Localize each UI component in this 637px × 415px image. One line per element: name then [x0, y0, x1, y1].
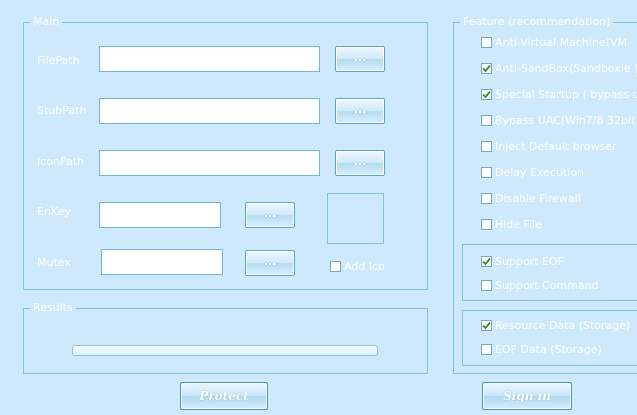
- checkmark-icon: [482, 257, 491, 266]
- filepath-label: FilePath: [37, 54, 80, 67]
- storage-option-0-checkbox[interactable]: [481, 320, 492, 331]
- protect-button[interactable]: Protect: [180, 382, 268, 410]
- feature-option-1-checkbox[interactable]: [481, 63, 492, 74]
- feature-option-1-label[interactable]: Anti-SandBox(Sandboxie ): [495, 62, 637, 76]
- mutex-label: Mutex: [37, 256, 71, 269]
- main-legend: Main: [30, 15, 63, 29]
- feature-option-4-label[interactable]: Inject Default browser: [495, 140, 617, 154]
- stubpath-input[interactable]: [99, 98, 320, 124]
- feature-option-5-checkbox[interactable]: [481, 167, 492, 178]
- feature-option-4-checkbox[interactable]: [481, 141, 492, 152]
- feature-option-6-label[interactable]: Disable Firewall: [495, 192, 581, 206]
- feature-option-3-label[interactable]: Bypass UAC(Win7/8 32bit): [495, 114, 637, 128]
- feature-option-0-checkbox[interactable]: [481, 37, 492, 48]
- mutex-generate-button[interactable]: ...: [245, 250, 295, 276]
- add-ico-label[interactable]: Add Ico: [344, 260, 385, 274]
- feature-option-5-label[interactable]: Delay Execution: [495, 166, 584, 180]
- stubpath-label: StubPath: [37, 104, 87, 117]
- eof-option-1-checkbox[interactable]: [481, 280, 492, 291]
- sign-in-button[interactable]: Sign in: [482, 382, 572, 410]
- feature-option-3-checkbox[interactable]: [481, 115, 492, 126]
- storage-option-1-label[interactable]: EOF Data (Storage): [495, 343, 602, 357]
- feature-option-7-checkbox[interactable]: [481, 219, 492, 230]
- checkmark-icon: [482, 90, 491, 99]
- results-group: Results: [23, 301, 428, 374]
- results-progress-bar: [72, 345, 378, 356]
- enkey-generate-button[interactable]: ...: [245, 202, 295, 228]
- filepath-input[interactable]: [99, 46, 320, 72]
- eof-option-1-label[interactable]: Support Command: [495, 279, 599, 293]
- feature-legend: Feature (recommendation): [460, 15, 614, 29]
- add-ico-checkbox[interactable]: [330, 261, 341, 272]
- stubpath-browse-button[interactable]: ...: [335, 98, 385, 124]
- feature-option-7-label[interactable]: Hide File: [495, 218, 542, 232]
- results-legend: Results: [30, 301, 76, 315]
- iconpath-browse-button[interactable]: ...: [335, 150, 385, 176]
- iconpath-label: IconPath: [37, 155, 85, 168]
- mutex-input[interactable]: [101, 249, 223, 275]
- checkmark-icon: [482, 321, 491, 330]
- enkey-input[interactable]: [99, 202, 221, 228]
- checkmark-icon: [482, 64, 491, 73]
- eof-option-0-checkbox[interactable]: [481, 256, 492, 267]
- filepath-browse-button[interactable]: ...: [335, 46, 385, 72]
- feature-option-2-label[interactable]: Special Startup ( bypass d: [495, 88, 637, 102]
- enkey-label: EnKey: [37, 205, 71, 218]
- eof-option-0-label[interactable]: Support EOF: [495, 255, 564, 269]
- storage-option-1-checkbox[interactable]: [481, 344, 492, 355]
- storage-option-0-label[interactable]: Resource Data (Storage): [495, 319, 630, 333]
- icon-preview: [327, 193, 384, 244]
- feature-option-6-checkbox[interactable]: [481, 193, 492, 204]
- feature-option-2-checkbox[interactable]: [481, 89, 492, 100]
- iconpath-input[interactable]: [99, 150, 320, 176]
- feature-option-0-label[interactable]: Anti-Virtual Machine(VM: [495, 36, 627, 50]
